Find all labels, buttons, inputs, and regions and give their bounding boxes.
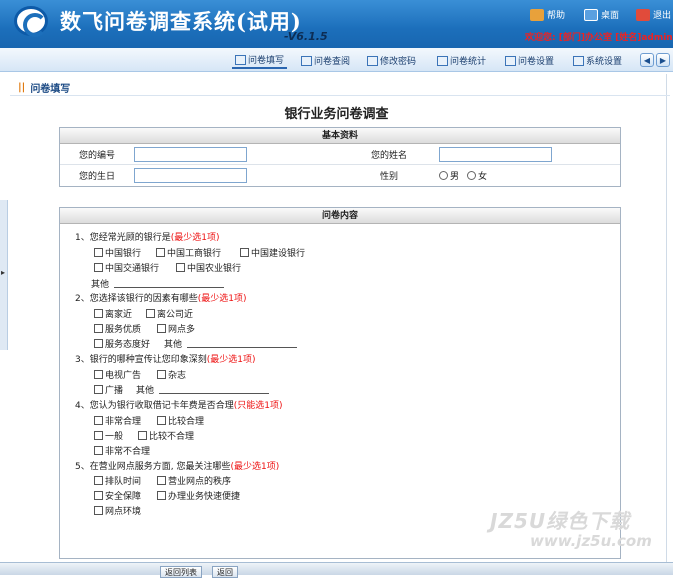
settings-icon	[505, 55, 516, 66]
birth-label: 您的生日	[78, 172, 115, 182]
q3-option-radio[interactable]: 广播	[94, 383, 123, 396]
system-icon	[573, 55, 584, 66]
gender-label: 性别	[379, 172, 398, 182]
q4-option-very-reasonable[interactable]: 非常合理	[94, 414, 141, 427]
q3-other-field[interactable]: 其他	[136, 383, 270, 396]
q2-other-field[interactable]: 其他	[164, 337, 298, 350]
q1-option-bocom[interactable]: 中国交通银行	[94, 261, 159, 274]
question-5: 5、在营业网点服务方面, 您最关注哪些(最少选1项)	[75, 462, 280, 472]
envelope-icon	[235, 54, 246, 65]
name-label: 您的姓名	[370, 150, 407, 161]
back-to-list-button[interactable]: 返回列表	[160, 566, 202, 578]
tab-statistics[interactable]: 问卷统计	[434, 52, 489, 69]
q2-option-near-home[interactable]: 离家近	[94, 307, 132, 320]
chevron-right-icon: ▸	[1, 268, 6, 277]
breadcrumb-label: 问卷填写	[30, 84, 71, 95]
breadcrumb: || 问卷填写	[18, 80, 70, 95]
q5-option-queue-time[interactable]: 排队时间	[94, 474, 141, 487]
q4-option-neutral[interactable]: 一般	[94, 429, 123, 442]
help-icon	[530, 8, 544, 21]
gender-male-radio[interactable]: 男	[439, 169, 459, 182]
nav-next-button[interactable]: ▶	[656, 53, 670, 67]
q4-option-unreasonable[interactable]: 比较不合理	[138, 429, 194, 442]
question-2: 2、您选择该银行的因素有哪些(最少选1项)	[75, 294, 247, 304]
form-row: 您的生日 性别 男 女	[60, 165, 620, 186]
q1-option-boc[interactable]: 中国银行	[94, 246, 141, 259]
q1-option-icbc[interactable]: 中国工商银行	[156, 246, 221, 259]
breadcrumb-marker: ||	[18, 82, 26, 93]
app-header: 数飞问卷调查系统(试用) -V6.1.5 帮助 桌面 退出 欢迎您: [部门]办…	[0, 0, 673, 48]
back-button[interactable]: 返回	[212, 566, 238, 578]
footer-bar	[0, 562, 673, 575]
exit-link[interactable]: 退出	[636, 8, 671, 21]
watermark-logo: JZ5U绿色下载	[490, 509, 631, 533]
desktop-link[interactable]: 桌面	[584, 8, 619, 21]
question-4: 4、您认为银行收取借记卡年费是否合理(只能选1项)	[75, 401, 283, 411]
app-version: -V6.1.5	[284, 30, 328, 43]
q3-option-tv[interactable]: 电视广告	[94, 368, 141, 381]
q1-option-abc[interactable]: 中国农业银行	[176, 261, 241, 274]
q4-option-very-unreasonable[interactable]: 非常不合理	[94, 444, 150, 457]
tab-change-password[interactable]: 修改密码	[364, 52, 419, 69]
app-title: 数飞问卷调查系统(试用)	[60, 9, 302, 34]
q5-option-environment[interactable]: 网点环境	[94, 504, 141, 517]
nav-prev-button[interactable]: ◀	[640, 53, 654, 67]
q2-option-attitude[interactable]: 服务态度好	[94, 337, 150, 350]
tab-survey-settings[interactable]: 问卷设置	[502, 52, 557, 69]
form-row: 您的编号 您的姓名	[60, 144, 620, 165]
id-label: 您的编号	[78, 150, 115, 161]
question-1: 1、您经常光顾的银行是(最少选1项)	[75, 233, 220, 243]
breadcrumb-divider	[10, 95, 670, 96]
q2-option-near-office[interactable]: 离公司近	[146, 307, 193, 320]
chart-icon	[437, 55, 448, 66]
q3-option-magazine[interactable]: 杂志	[157, 368, 186, 381]
q2-option-many-branches[interactable]: 网点多	[157, 322, 195, 335]
tab-fill-survey[interactable]: 问卷填写	[232, 52, 288, 69]
help-link[interactable]: 帮助	[530, 8, 565, 21]
birth-input[interactable]	[134, 168, 247, 183]
exit-icon	[636, 8, 650, 21]
q2-option-quality[interactable]: 服务优质	[94, 322, 141, 335]
name-input[interactable]	[439, 146, 552, 162]
id-input[interactable]	[134, 146, 247, 162]
tab-view-survey[interactable]: 问卷查阅	[298, 52, 353, 69]
survey-content-header: 问卷内容	[60, 208, 620, 224]
desktop-icon	[584, 8, 598, 21]
q5-option-order[interactable]: 营业网点的秩序	[157, 474, 231, 487]
app-logo-icon	[14, 6, 48, 37]
tab-system-settings[interactable]: 系统设置	[570, 52, 625, 69]
q5-option-security[interactable]: 安全保障	[94, 489, 141, 502]
watermark-url: www.jz5u.com	[530, 532, 652, 550]
q1-other-field[interactable]: 其他	[91, 277, 225, 290]
main-nav: 问卷填写 问卷查阅 修改密码 问卷统计 问卷设置 系统设置 ◀ ▶	[0, 48, 673, 72]
q4-option-reasonable[interactable]: 比较合理	[157, 414, 204, 427]
gender-female-radio[interactable]: 女	[467, 169, 487, 182]
basic-info-panel: 基本资料 您的编号 您的姓名 您的生日 性别 男 女	[59, 127, 621, 187]
q5-option-fast-service[interactable]: 办理业务快速便捷	[157, 489, 240, 502]
survey-title: 银行业务问卷调查	[284, 107, 389, 122]
edit-icon	[367, 55, 378, 66]
content-divider	[666, 74, 667, 562]
welcome-text: 欢迎您: [部门]办公室 [姓名]admin	[525, 33, 673, 43]
question-3: 3、银行的哪种宣传让您印象深刻(最少选1项)	[75, 355, 256, 365]
basic-info-header: 基本资料	[60, 128, 620, 144]
q1-option-ccb[interactable]: 中国建设银行	[240, 246, 305, 259]
mail-icon	[301, 55, 312, 66]
